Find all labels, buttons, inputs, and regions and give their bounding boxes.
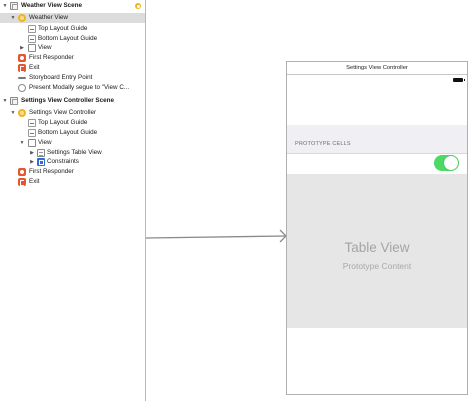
outline-row-label: Settings View Controller [29, 109, 97, 116]
exit-icon [18, 178, 26, 186]
disclosure-collapsed-icon[interactable]: ▶ [29, 157, 35, 167]
outline-row-label: Top Layout Guide [38, 119, 88, 126]
outline-row-label: Exit [29, 64, 40, 71]
layout-guide-icon [28, 129, 36, 137]
disclosure-collapsed-icon[interactable]: ▶ [19, 43, 25, 53]
outline-row-top-layout-guide[interactable]: Top Layout Guide [0, 118, 145, 128]
outline-row-exit[interactable]: Exit [0, 63, 145, 73]
outline-row-weather-view-scene[interactable]: ▼ Weather View Scene [0, 1, 145, 11]
disclosure-expanded-icon[interactable]: ▼ [10, 108, 16, 118]
layout-guide-icon [28, 25, 36, 33]
layout-guide-icon [28, 119, 36, 127]
document-outline: ▼ Weather View Scene ▼ Weather View Top … [0, 0, 146, 401]
section-header: PROTOTYPE CELLS [287, 125, 467, 153]
disclosure-expanded-icon[interactable]: ▼ [2, 1, 8, 11]
view-icon [28, 139, 36, 147]
segue-arrow[interactable] [146, 226, 288, 246]
outline-row-label: First Responder [29, 54, 74, 61]
outline-row-label: Weather View Scene [21, 2, 83, 9]
scene-icon [10, 2, 18, 10]
battery-icon [453, 78, 465, 82]
outline-row-label: Constraints [47, 158, 79, 165]
table-view-icon [37, 149, 45, 157]
exit-icon [18, 64, 26, 72]
table-view-placeholder[interactable]: Table View Prototype Content [287, 174, 467, 328]
outline-row-label: Settings View Controller Scene [21, 97, 114, 104]
outline-row-label: Exit [29, 178, 40, 185]
outline-row-storyboard-entry-point[interactable]: Storyboard Entry Point [0, 73, 145, 83]
outline-row-label: View [38, 44, 52, 51]
table-view-title: Table View [344, 240, 410, 255]
disclosure-expanded-icon[interactable]: ▼ [19, 138, 25, 148]
disclosure-expanded-icon[interactable]: ▼ [10, 13, 16, 23]
outline-row-view[interactable]: ▼ View [0, 138, 145, 148]
segue-icon [18, 84, 26, 92]
outline-row-label: Storyboard Entry Point [29, 74, 93, 81]
settings-view-controller-canvas[interactable]: Settings View Controller PROTOTYPE CELLS… [286, 61, 468, 395]
section-header-label: PROTOTYPE CELLS [295, 141, 351, 147]
outline-row-label: Weather View [29, 14, 68, 21]
outline-row-first-responder[interactable]: First Responder [0, 167, 145, 177]
disclosure-expanded-icon[interactable]: ▼ [2, 96, 8, 106]
outline-row-exit[interactable]: Exit [0, 177, 145, 187]
layout-guide-icon [28, 35, 36, 43]
outline-row-settings-view-controller[interactable]: ▼ Settings View Controller [0, 108, 145, 118]
outline-row-label: Bottom Layout Guide [38, 129, 98, 136]
outline-row-label: First Responder [29, 168, 74, 175]
segue-arrow-line [146, 235, 287, 239]
first-responder-icon [18, 168, 26, 176]
outline-row-bottom-layout-guide[interactable]: Bottom Layout Guide [0, 128, 145, 138]
outline-row-present-modally-segue[interactable]: Present Modally segue to "View C... [0, 83, 145, 93]
outline-row-view[interactable]: ▶ View [0, 43, 145, 53]
outline-row-label: Present Modally segue to "View C... [29, 84, 130, 91]
outline-row-weather-view[interactable]: ▼ Weather View [0, 13, 145, 23]
outline-row-first-responder[interactable]: First Responder [0, 53, 145, 63]
warning-icon[interactable] [135, 3, 141, 9]
view-controller-icon [18, 109, 26, 117]
outline-row-settings-view-controller-scene[interactable]: ▼ Settings View Controller Scene [0, 96, 145, 106]
view-controller-icon [18, 14, 26, 22]
outline-row-label: View [38, 139, 52, 146]
scene-icon [10, 97, 18, 105]
entry-point-arrow-icon [18, 77, 26, 79]
outline-row-label: Top Layout Guide [38, 25, 88, 32]
outline-row-constraints[interactable]: ▶ Constraints [0, 157, 145, 167]
constraints-icon [37, 158, 45, 166]
first-responder-icon [18, 54, 26, 62]
view-icon [28, 44, 36, 52]
outline-row-top-layout-guide[interactable]: Top Layout Guide [0, 24, 145, 34]
navigation-bar-title: Settings View Controller [287, 62, 467, 75]
toggle-switch[interactable] [434, 155, 459, 171]
table-view-subtitle: Prototype Content [342, 261, 412, 271]
prototype-cell[interactable] [287, 153, 467, 175]
